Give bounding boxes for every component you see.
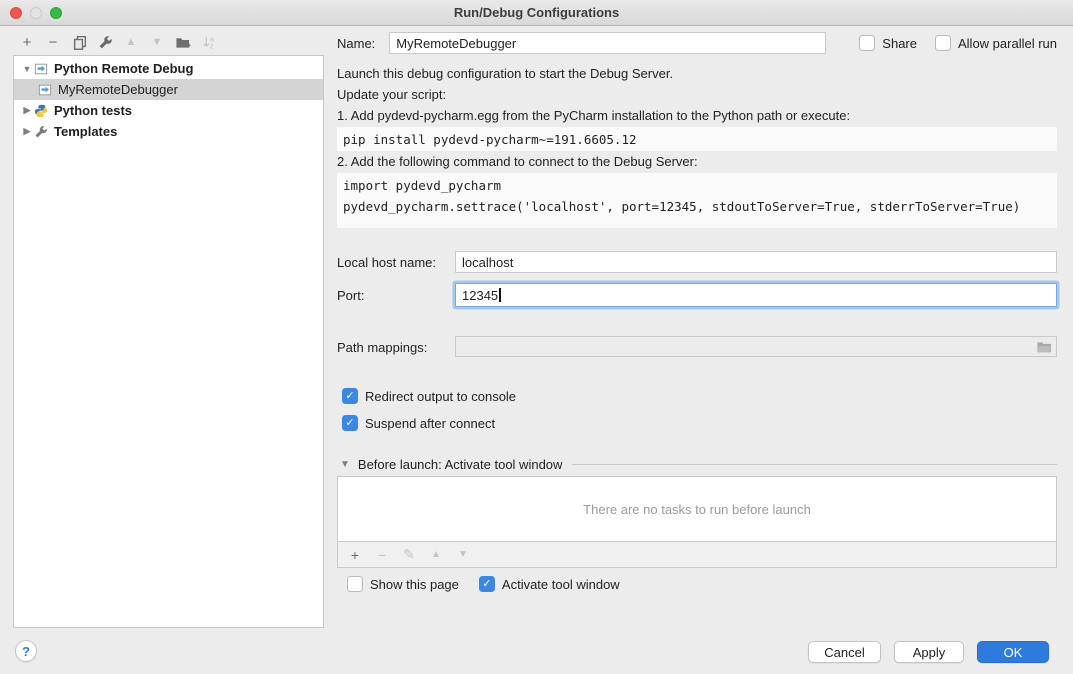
title-bar: Run/Debug Configurations [0, 0, 1073, 26]
new-folder-icon[interactable] [175, 34, 191, 50]
edit-task-icon[interactable]: ✎ [401, 547, 417, 563]
allow-parallel-run-label: Allow parallel run [958, 36, 1057, 51]
cancel-button-label: Cancel [824, 645, 864, 660]
activate-tool-window-label: Activate tool window [502, 577, 620, 592]
checkbox-box[interactable]: ✓ [342, 388, 358, 404]
svg-text:a: a [209, 36, 213, 43]
checkbox-box[interactable]: ✓ [342, 415, 358, 431]
name-row: Name: Share Allow parallel run [337, 32, 1057, 54]
settrace-code-block: import pydevd_pycharm pydevd_pycharm.set… [337, 173, 1057, 228]
collapsed-arrow-icon[interactable]: ▶ [20, 126, 34, 137]
pip-install-code: pip install pydevd-pycharm~=191.6605.12 [337, 127, 1057, 151]
tree-item-label: Python Remote Debug [54, 61, 193, 76]
before-launch-title: Before launch: Activate tool window [358, 457, 563, 472]
tree-item-python-remote-debug[interactable]: ▼ Python Remote Debug [14, 58, 323, 79]
share-label: Share [882, 36, 917, 51]
ok-button-label: OK [1004, 645, 1023, 660]
before-launch-header[interactable]: ▼ Before launch: Activate tool window [340, 456, 1057, 472]
window-controls [10, 7, 62, 19]
checkbox-box[interactable] [859, 35, 875, 51]
port-value: 12345 [462, 288, 498, 303]
move-up-icon[interactable]: ▲ [123, 34, 139, 50]
name-input[interactable] [389, 32, 826, 54]
tree-item-myremotedebugger[interactable]: MyRemoteDebugger [14, 79, 323, 100]
text-caret [499, 288, 501, 302]
allow-parallel-run-checkbox[interactable]: Allow parallel run [935, 35, 1057, 51]
redirect-output-label: Redirect output to console [365, 389, 516, 404]
path-mappings-label: Path mappings: [337, 340, 427, 355]
remote-debug-config-icon [38, 82, 53, 97]
show-this-page-checkbox[interactable]: Show this page [347, 576, 459, 592]
local-host-name-label: Local host name: [337, 255, 436, 270]
port-label: Port: [337, 288, 364, 303]
edit-templates-wrench-icon[interactable] [97, 34, 113, 50]
apply-button[interactable]: Apply [894, 641, 964, 663]
move-task-up-icon[interactable]: ▲ [428, 547, 444, 563]
tree-item-python-tests[interactable]: ▶ Python tests [14, 100, 323, 121]
checkmark-icon: ✓ [482, 579, 491, 590]
move-task-down-icon[interactable]: ▼ [455, 547, 471, 563]
add-task-icon[interactable]: + [347, 547, 363, 563]
activate-tool-window-checkbox[interactable]: ✓ Activate tool window [479, 576, 620, 592]
close-window-button[interactable] [10, 7, 22, 19]
suspend-after-connect-checkbox[interactable]: ✓ Suspend after connect [342, 415, 495, 431]
configurations-toolbar: + − ▲ ▼ az [19, 33, 217, 51]
copy-configuration-icon[interactable] [71, 34, 87, 50]
minimize-window-button[interactable] [30, 7, 42, 19]
checkbox-box[interactable] [935, 35, 951, 51]
suspend-after-connect-label: Suspend after connect [365, 416, 495, 431]
tree-item-label: MyRemoteDebugger [58, 82, 178, 97]
collapsed-arrow-icon[interactable]: ▶ [20, 105, 34, 116]
help-button[interactable]: ? [15, 640, 37, 662]
remote-debug-config-icon [34, 61, 49, 76]
expanded-arrow-icon[interactable]: ▼ [20, 64, 34, 74]
apply-button-label: Apply [913, 645, 946, 660]
name-label: Name: [337, 36, 375, 51]
section-divider [572, 464, 1057, 465]
instruction-line-2: Update your script: [337, 87, 446, 102]
tasks-toolbar: + − ✎ ▲ ▼ [337, 542, 1057, 568]
tree-item-templates[interactable]: ▶ Templates [14, 121, 323, 142]
zoom-window-button[interactable] [50, 7, 62, 19]
help-icon: ? [22, 644, 30, 659]
tree-item-label: Python tests [54, 103, 132, 118]
browse-folder-icon[interactable] [1036, 340, 1052, 354]
local-host-name-input[interactable] [455, 251, 1057, 273]
add-configuration-icon[interactable]: + [19, 34, 35, 50]
sort-configurations-icon[interactable]: az [201, 34, 217, 50]
before-launch-task-list[interactable]: There are no tasks to run before launch [337, 476, 1057, 542]
templates-wrench-icon [34, 124, 49, 139]
ok-button[interactable]: OK [977, 641, 1049, 663]
section-expanded-arrow-icon[interactable]: ▼ [340, 459, 350, 470]
window-title: Run/Debug Configurations [454, 5, 619, 20]
configurations-tree: ▼ Python Remote Debug MyRemoteDebugger ▶… [13, 55, 324, 628]
settrace-code-line-2: pydevd_pycharm.settrace('localhost', por… [343, 196, 1051, 217]
checkbox-box[interactable]: ✓ [479, 576, 495, 592]
svg-text:z: z [209, 43, 213, 49]
instruction-line-1: Launch this debug configuration to start… [337, 66, 673, 81]
cancel-button[interactable]: Cancel [808, 641, 881, 663]
instruction-step-1: 1. Add pydevd-pycharm.egg from the PyCha… [337, 108, 850, 123]
footer-options: Show this page ✓ Activate tool window [347, 576, 620, 592]
share-checkbox[interactable]: Share [859, 35, 917, 51]
port-input[interactable]: 12345 [455, 283, 1057, 307]
show-this-page-label: Show this page [370, 577, 459, 592]
python-icon [34, 103, 49, 118]
checkmark-icon: ✓ [345, 391, 354, 402]
move-down-icon[interactable]: ▼ [149, 34, 165, 50]
checkbox-box[interactable] [347, 576, 363, 592]
redirect-output-checkbox[interactable]: ✓ Redirect output to console [342, 388, 516, 404]
tree-item-label: Templates [54, 124, 117, 139]
checkmark-icon: ✓ [345, 418, 354, 429]
remove-task-icon[interactable]: − [374, 547, 390, 563]
remove-configuration-icon[interactable]: − [45, 34, 61, 50]
path-mappings-input[interactable] [455, 336, 1057, 357]
instruction-step-2: 2. Add the following command to connect … [337, 154, 698, 169]
settrace-code-line-1: import pydevd_pycharm [343, 175, 1051, 196]
empty-tasks-text: There are no tasks to run before launch [583, 502, 811, 517]
